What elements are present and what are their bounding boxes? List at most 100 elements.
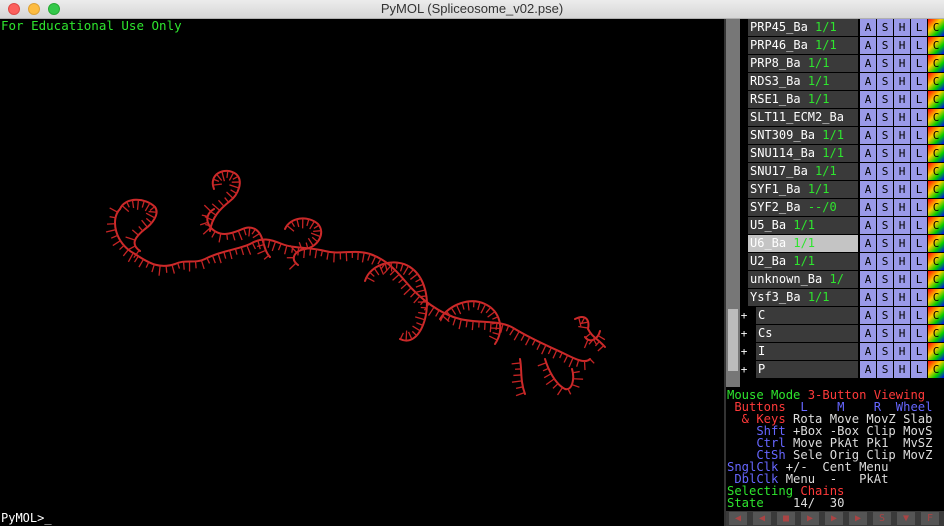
action-button[interactable]: A: [860, 73, 876, 90]
hide-button[interactable]: H: [894, 199, 910, 216]
label-button[interactable]: L: [911, 271, 927, 288]
show-button[interactable]: S: [877, 325, 893, 342]
label-button[interactable]: L: [911, 91, 927, 108]
label-button[interactable]: L: [911, 235, 927, 252]
hide-button[interactable]: H: [894, 19, 910, 36]
object-row[interactable]: SYF1_Ba 1/1 A S H L C: [740, 181, 944, 198]
color-button[interactable]: C: [928, 199, 944, 216]
expand-group-icon[interactable]: +: [740, 307, 748, 324]
color-button[interactable]: C: [928, 253, 944, 270]
label-button[interactable]: L: [911, 19, 927, 36]
object-panel-scrollbar[interactable]: [726, 19, 740, 387]
object-name-button[interactable]: PRP45_Ba 1/1: [748, 19, 858, 36]
hide-button[interactable]: H: [894, 181, 910, 198]
action-button[interactable]: A: [860, 343, 876, 360]
playback-button[interactable]: ◀: [753, 512, 771, 525]
label-button[interactable]: L: [911, 325, 927, 342]
color-button[interactable]: C: [928, 37, 944, 54]
object-name-button[interactable]: I: [756, 343, 858, 360]
object-row[interactable]: + Cs ASHLC: [740, 325, 944, 342]
label-button[interactable]: L: [911, 163, 927, 180]
object-row[interactable]: SNU17_Ba 1/1 A S H L C: [740, 163, 944, 180]
color-button[interactable]: C: [928, 271, 944, 288]
molecule-viewer[interactable]: For Educational Use Only: [0, 19, 724, 511]
object-name-button[interactable]: Ysf3_Ba 1/1: [748, 289, 858, 306]
show-button[interactable]: S: [877, 217, 893, 234]
action-button[interactable]: A: [860, 37, 876, 54]
show-button[interactable]: S: [877, 109, 893, 126]
label-button[interactable]: L: [911, 199, 927, 216]
playback-button[interactable]: ◀: [729, 512, 747, 525]
label-button[interactable]: L: [911, 217, 927, 234]
hide-button[interactable]: H: [894, 127, 910, 144]
show-button[interactable]: S: [877, 145, 893, 162]
color-button[interactable]: C: [928, 19, 944, 36]
label-button[interactable]: L: [911, 73, 927, 90]
color-button[interactable]: C: [928, 217, 944, 234]
object-row[interactable]: SYF2_Ba --/0 A S H L C: [740, 199, 944, 216]
expand-group-icon[interactable]: +: [740, 343, 748, 360]
label-button[interactable]: L: [911, 289, 927, 306]
object-name-button[interactable]: U2_Ba 1/1: [748, 253, 858, 270]
object-name-button[interactable]: SLT11_ECM2_Ba: [748, 109, 858, 126]
color-button[interactable]: C: [928, 343, 944, 360]
show-button[interactable]: S: [877, 73, 893, 90]
show-button[interactable]: S: [877, 163, 893, 180]
color-button[interactable]: C: [928, 91, 944, 108]
hide-button[interactable]: H: [894, 361, 910, 378]
hide-button[interactable]: H: [894, 109, 910, 126]
expand-group-icon[interactable]: +: [740, 361, 748, 378]
label-button[interactable]: L: [911, 181, 927, 198]
color-button[interactable]: C: [928, 73, 944, 90]
playback-button[interactable]: ▶: [801, 512, 819, 525]
object-row[interactable]: U6_Ba 1/1 A S H L C: [740, 235, 944, 252]
action-button[interactable]: A: [860, 91, 876, 108]
show-button[interactable]: S: [877, 19, 893, 36]
color-button[interactable]: C: [928, 127, 944, 144]
label-button[interactable]: L: [911, 253, 927, 270]
object-row[interactable]: Ysf3_Ba 1/1 A S H L C: [740, 289, 944, 306]
show-button[interactable]: S: [877, 307, 893, 324]
action-button[interactable]: A: [860, 163, 876, 180]
action-button[interactable]: A: [860, 217, 876, 234]
hide-button[interactable]: H: [894, 307, 910, 324]
show-button[interactable]: S: [877, 55, 893, 72]
label-button[interactable]: L: [911, 127, 927, 144]
show-button[interactable]: S: [877, 37, 893, 54]
object-row[interactable]: PRP46_Ba 1/1 A S H L C: [740, 37, 944, 54]
object-row[interactable]: + C ASHLC: [740, 307, 944, 324]
action-button[interactable]: A: [860, 325, 876, 342]
color-button[interactable]: C: [928, 307, 944, 324]
command-line[interactable]: PyMOL>_: [0, 511, 724, 526]
playback-button[interactable]: F: [921, 512, 939, 525]
object-name-button[interactable]: U6_Ba 1/1: [748, 235, 858, 252]
show-button[interactable]: S: [877, 235, 893, 252]
action-button[interactable]: A: [860, 19, 876, 36]
label-button[interactable]: L: [911, 109, 927, 126]
hide-button[interactable]: H: [894, 253, 910, 270]
show-button[interactable]: S: [877, 253, 893, 270]
show-button[interactable]: S: [877, 181, 893, 198]
object-row[interactable]: RDS3_Ba 1/1 A S H L C: [740, 73, 944, 90]
action-button[interactable]: A: [860, 145, 876, 162]
hide-button[interactable]: H: [894, 343, 910, 360]
label-button[interactable]: L: [911, 307, 927, 324]
object-name-button[interactable]: SYF2_Ba --/0: [748, 199, 858, 216]
object-name-button[interactable]: SYF1_Ba 1/1: [748, 181, 858, 198]
color-button[interactable]: C: [928, 55, 944, 72]
playback-button[interactable]: S: [873, 512, 891, 525]
show-button[interactable]: S: [877, 343, 893, 360]
action-button[interactable]: A: [860, 289, 876, 306]
hide-button[interactable]: H: [894, 37, 910, 54]
show-button[interactable]: S: [877, 361, 893, 378]
object-row[interactable]: SLT11_ECM2_Ba ASHLC: [740, 109, 944, 126]
action-button[interactable]: A: [860, 127, 876, 144]
playback-button[interactable]: ▶: [825, 512, 843, 525]
color-button[interactable]: C: [928, 325, 944, 342]
object-row[interactable]: RSE1_Ba 1/1 A S H L C: [740, 91, 944, 108]
color-button[interactable]: C: [928, 109, 944, 126]
expand-group-icon[interactable]: +: [740, 325, 748, 342]
object-name-button[interactable]: U5_Ba 1/1: [748, 217, 858, 234]
show-button[interactable]: S: [877, 271, 893, 288]
label-button[interactable]: L: [911, 361, 927, 378]
